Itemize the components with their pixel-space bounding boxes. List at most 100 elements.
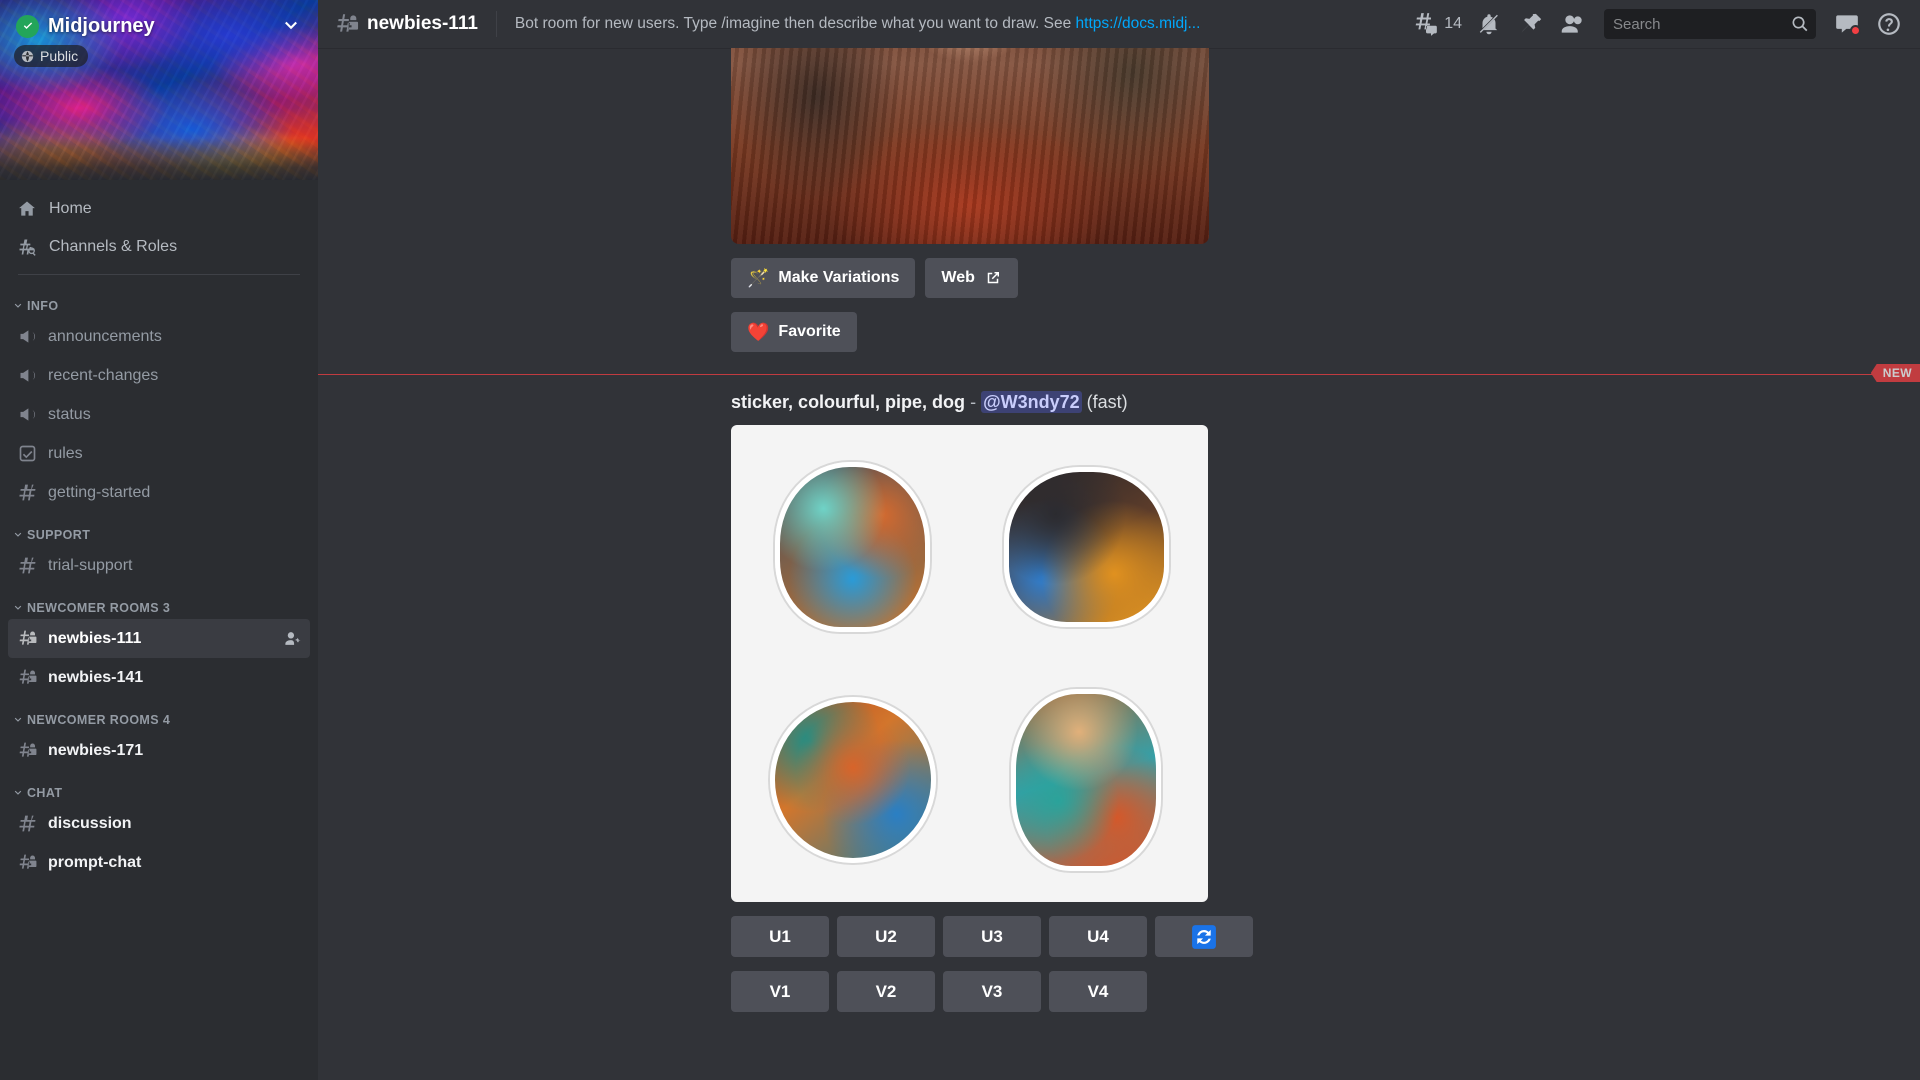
sidebar-channel-announcements[interactable]: announcements (8, 317, 310, 356)
sidebar-channel-newbies-111[interactable]: newbies-111 (8, 619, 310, 658)
heart-icon: ❤️ (747, 323, 769, 341)
channel-name: newbies-141 (48, 669, 143, 687)
sidebar-channel-discussion[interactable]: discussion (8, 804, 310, 843)
variation-button-v2[interactable]: V2 (837, 971, 935, 1012)
channel-name: recent-changes (48, 367, 158, 385)
grid-cell-3[interactable] (739, 667, 967, 895)
variation-button-row: V1 V2 V3 V4 (731, 971, 1900, 1012)
sidebar-channel-prompt-chat[interactable]: prompt-chat (8, 843, 310, 882)
generated-image-grid[interactable] (731, 425, 1208, 902)
upscale-button-u3[interactable]: U3 (943, 916, 1041, 957)
channel-topbar: newbies-111 Bot room for new users. Type… (318, 0, 1920, 48)
prompt-separator: - (970, 392, 976, 412)
sidebar-item-label: Channels & Roles (49, 238, 177, 256)
chevron-down-icon[interactable] (280, 15, 302, 37)
sidebar-channel-status[interactable]: status (8, 395, 310, 434)
inbox-button[interactable] (1826, 4, 1868, 44)
sidebar-channel-recent-changes[interactable]: recent-changes (8, 356, 310, 395)
server-header[interactable]: Midjourney (0, 8, 318, 44)
variation-button-v1[interactable]: V1 (731, 971, 829, 1012)
reroll-icon (1191, 924, 1217, 950)
mute-channel-button[interactable] (1468, 4, 1510, 44)
sidebar-item-home[interactable]: Home (8, 190, 310, 228)
make-variations-button[interactable]: 🪄 Make Variations (731, 258, 915, 298)
member-list-icon (1560, 11, 1586, 37)
channel-topic-link[interactable]: https://docs.midj... (1076, 15, 1201, 32)
category-header-newcomer-rooms-3[interactable]: NEWCOMER ROOMS 3 (8, 585, 310, 619)
upscale-button-u4[interactable]: U4 (1049, 916, 1147, 957)
member-list-button[interactable] (1552, 4, 1594, 44)
sidebar-channel-newbies-171[interactable]: newbies-171 (8, 731, 310, 770)
category-label: NEWCOMER ROOMS 3 (27, 601, 170, 615)
category-label: INFO (27, 299, 58, 313)
message-list: 🪄 Make Variations Web ❤️ Favorite (318, 48, 1920, 1080)
server-name: Midjourney (48, 15, 155, 38)
threads-button[interactable]: 14 (1411, 11, 1468, 37)
variation-button-v4[interactable]: V4 (1049, 971, 1147, 1012)
unread-indicator-dot (1850, 25, 1861, 36)
verified-check-icon (16, 15, 39, 38)
category-header-newcomer-rooms-4[interactable]: NEWCOMER ROOMS 4 (8, 697, 310, 731)
pinned-messages-icon (1518, 11, 1544, 37)
topbar-divider (496, 11, 497, 37)
upscale-button-u2[interactable]: U2 (837, 916, 935, 957)
external-link-icon (984, 269, 1002, 287)
chevron-down-icon (12, 602, 24, 614)
variation-button-v3[interactable]: V3 (943, 971, 1041, 1012)
sticker-dog-4 (1011, 689, 1161, 871)
main-content: newbies-111 Bot room for new users. Type… (318, 0, 1920, 1080)
threads-count: 14 (1444, 15, 1462, 33)
help-button[interactable] (1868, 4, 1910, 44)
sidebar-channel-getting-started[interactable]: getting-started (8, 473, 310, 512)
private-hash-channel-icon (16, 739, 39, 762)
channels-roles-icon (16, 236, 38, 258)
prompt-text: sticker, colourful, pipe, dog (731, 392, 965, 412)
generated-image-top[interactable] (731, 48, 1209, 244)
reroll-button[interactable] (1155, 916, 1253, 957)
sidebar-channel-newbies-141[interactable]: newbies-141 (8, 658, 310, 697)
chevron-down-icon (12, 300, 24, 312)
action-button-row-2: ❤️ Favorite (731, 312, 1900, 352)
channel-name: rules (48, 445, 83, 463)
announcement-channel-icon (16, 403, 39, 426)
upscale-button-u1[interactable]: U1 (731, 916, 829, 957)
discord-app-window: Midjourney Public Home Channels & Roles (0, 0, 1920, 1080)
button-label: Favorite (778, 323, 840, 341)
sidebar-divider (18, 274, 300, 275)
topbar-actions: 14 (1411, 4, 1910, 44)
grid-cell-2[interactable] (973, 433, 1201, 661)
channel-name: trial-support (48, 557, 132, 575)
pinned-messages-button[interactable] (1510, 4, 1552, 44)
announcement-channel-icon (16, 364, 39, 387)
category-label: CHAT (27, 786, 62, 800)
favorite-button[interactable]: ❤️ Favorite (731, 312, 857, 352)
search-input[interactable] (1613, 16, 1790, 33)
sidebar-item-channels-roles[interactable]: Channels & Roles (8, 228, 310, 266)
category-header-chat[interactable]: CHAT (8, 770, 310, 804)
category-header-info[interactable]: INFO (8, 283, 310, 317)
channel-topic-text: Bot room for new users. Type /imagine th… (515, 15, 1076, 32)
sticker-dog-1 (775, 462, 930, 632)
private-hash-channel-icon (16, 851, 39, 874)
grid-cell-4[interactable] (973, 667, 1201, 895)
chevron-down-icon (12, 714, 24, 726)
sidebar-channel-rules[interactable]: rules (8, 434, 310, 473)
sticker-dog-3 (770, 697, 936, 863)
category-label: NEWCOMER ROOMS 4 (27, 713, 170, 727)
generation-speed: (fast) (1087, 392, 1128, 412)
sidebar-channel-trial-support[interactable]: trial-support (8, 546, 310, 585)
new-badge: NEW (1871, 364, 1920, 382)
upscale-button-row: U1 U2 U3 U4 (731, 916, 1900, 957)
category-header-support[interactable]: SUPPORT (8, 512, 310, 546)
add-member-icon[interactable] (283, 629, 302, 648)
search-box[interactable] (1604, 9, 1816, 39)
server-privacy-badge: Public (14, 45, 88, 67)
grid-cell-1[interactable] (739, 433, 967, 661)
announcement-channel-icon (16, 325, 39, 348)
channel-name: status (48, 406, 91, 424)
web-button[interactable]: Web (925, 258, 1017, 298)
button-label: Web (941, 269, 974, 287)
author-mention[interactable]: @W3ndy72 (981, 391, 1082, 413)
message-item-bottom: sticker, colourful, pipe, dog - @W3ndy72… (318, 392, 1920, 1012)
sticker-dog-2 (1004, 467, 1169, 627)
